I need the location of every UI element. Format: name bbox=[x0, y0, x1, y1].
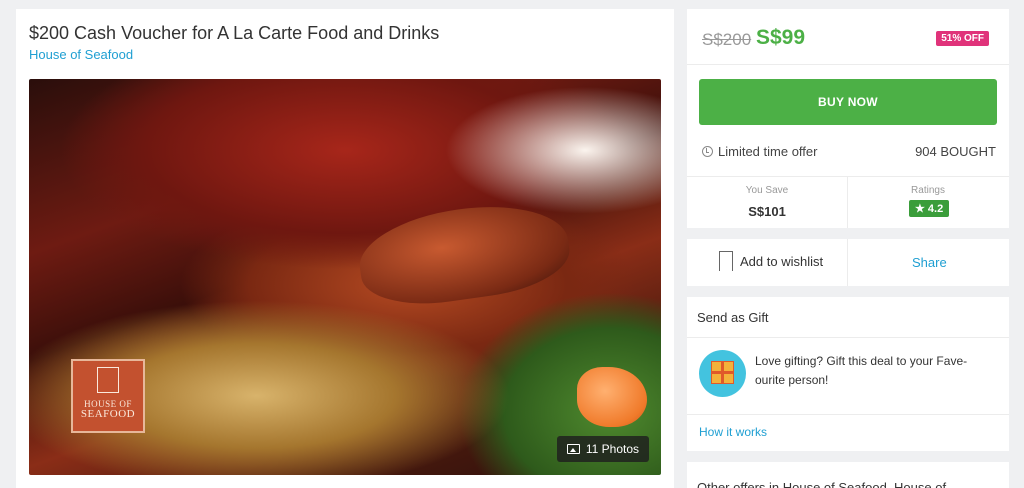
original-price: S$200 bbox=[702, 30, 752, 49]
buy-now-button[interactable]: BUY NOW bbox=[699, 79, 997, 125]
gift-box-icon bbox=[711, 361, 734, 384]
ratings-label: Ratings bbox=[911, 185, 945, 196]
you-save-label: You Save bbox=[745, 185, 789, 196]
divider bbox=[687, 64, 1009, 65]
divider bbox=[687, 176, 1009, 177]
logo-emblem-icon bbox=[97, 367, 119, 393]
action-card: Add to wishlist Share bbox=[687, 239, 1009, 286]
how-it-works-link[interactable]: How it works bbox=[699, 425, 767, 439]
deal-price: S$99 bbox=[756, 26, 806, 49]
price-card: S$200 S$99 51% OFF BUY NOW Limited time … bbox=[687, 9, 1009, 228]
bookmark-icon bbox=[718, 251, 733, 272]
logo-text-line2: SEAFOOD bbox=[80, 408, 136, 420]
garnish-graphic bbox=[577, 367, 647, 427]
gift-title: Send as Gift bbox=[697, 310, 769, 325]
deal-card: $200 Cash Voucher for A La Carte Food an… bbox=[16, 9, 674, 488]
photos-count-button[interactable]: 11 Photos bbox=[556, 436, 649, 462]
deal-photo[interactable]: HOUSE OF SEAFOOD 11 Photos bbox=[29, 79, 661, 475]
divider bbox=[687, 337, 1009, 338]
limited-time-label: Limited time offer bbox=[718, 144, 818, 159]
image-icon bbox=[566, 444, 580, 454]
send-as-gift-card: Send as Gift Love gifting? Gift this dea… bbox=[687, 297, 1009, 451]
you-save-value: S$101 bbox=[748, 204, 786, 219]
action-divider bbox=[847, 239, 848, 286]
merchant-logo: HOUSE OF SEAFOOD bbox=[71, 359, 145, 433]
deal-title: $200 Cash Voucher for A La Carte Food an… bbox=[29, 23, 440, 43]
bought-count: 904 BOUGHT bbox=[915, 144, 996, 159]
gift-description: Love gifting? Gift this deal to your Fav… bbox=[755, 354, 968, 387]
gift-icon bbox=[699, 350, 746, 397]
add-to-wishlist-button[interactable]: Add to wishlist bbox=[718, 251, 824, 272]
merchant-link[interactable]: House of Seafood bbox=[29, 47, 133, 62]
share-button[interactable]: Share bbox=[912, 255, 947, 270]
crab-claw-graphic bbox=[353, 194, 575, 314]
clock-icon bbox=[702, 146, 713, 157]
other-offers-card: Other offers in House of Seafood, House … bbox=[687, 462, 1009, 488]
rating-badge[interactable]: ★ 4.2 bbox=[909, 200, 950, 217]
other-offers-title: Other offers in House of Seafood, House … bbox=[697, 480, 947, 488]
limited-time-offer: Limited time offer bbox=[702, 144, 817, 159]
divider bbox=[687, 414, 1009, 415]
photos-count-label: 11 Photos bbox=[585, 442, 639, 456]
wishlist-label: Add to wishlist bbox=[740, 253, 824, 269]
discount-badge: 51% OFF bbox=[936, 31, 989, 46]
